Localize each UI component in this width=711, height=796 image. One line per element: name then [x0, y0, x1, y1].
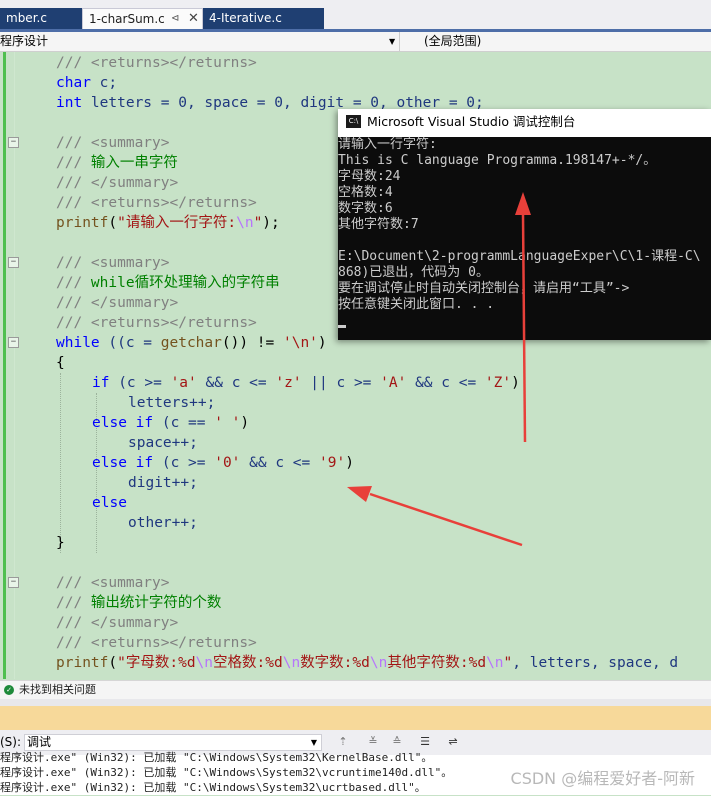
output-line: 程序设计.exe" (Win32): 已加载 "C:\Windows\Syste… — [0, 751, 433, 764]
code-line: else if (c >= '0' && c <= '9') — [92, 455, 354, 471]
console-line: 要在调试停止时自动关闭控制台，请启用“工具”-> — [338, 281, 630, 296]
code-line: /// </summary> — [56, 615, 179, 631]
code-line: /// <returns></returns> — [56, 315, 257, 331]
code-line: digit++; — [128, 475, 198, 491]
code-line: other++; — [128, 515, 198, 531]
collapse-icon[interactable]: − — [8, 337, 19, 348]
console-line: 空格数:4 — [338, 185, 393, 200]
tab-iterative-c[interactable]: 4-Iterative.c — [203, 8, 324, 30]
chevron-down-icon: ▼ — [389, 37, 396, 46]
tab-label: mber.c — [6, 11, 47, 25]
code-line: else if (c == ' ') — [92, 415, 250, 431]
debug-console-window[interactable]: C:\ Microsoft Visual Studio 调试控制台 请输入一行字… — [338, 109, 711, 340]
tab-strip: mber.c 1-charSum.c ⊲ ✕ 4-Iterative.c — [0, 0, 711, 30]
tab-label: 4-Iterative.c — [209, 11, 282, 25]
clear-all-icon[interactable]: ☰ — [418, 735, 432, 749]
code-line: if (c >= 'a' && c <= 'z' || c >= 'A' && … — [92, 375, 520, 391]
code-line: /// <returns></returns> — [56, 195, 257, 211]
error-status-bar: ✓ 未找到相关问题 — [0, 680, 711, 699]
code-line: printf("字母数:%d\n空格数:%d\n数字数:%d\n其他字符数:%d… — [56, 655, 679, 671]
console-app-icon: C:\ — [346, 115, 361, 128]
console-title: Microsoft Visual Studio 调试控制台 — [367, 114, 576, 129]
project-scope-dropdown[interactable]: 程序设计 ▼ — [0, 32, 400, 51]
watermark: CSDN @编程爱好者-阿新 — [510, 769, 695, 788]
code-line: /// while循环处理输入的字符串 — [56, 275, 280, 291]
chevron-down-icon: ▼ — [310, 738, 317, 747]
console-line: 数字数:6 — [338, 201, 393, 216]
global-scope-dropdown[interactable]: (全局范围) — [424, 32, 481, 51]
console-line: E:\Document\2-programmLanguageExper\C\1-… — [338, 249, 701, 264]
code-line: /// <returns></returns> — [56, 635, 257, 651]
previous-message-icon[interactable]: ≚ — [366, 735, 380, 749]
tab-number-c[interactable]: mber.c — [0, 8, 82, 30]
debug-mode-bar — [0, 706, 711, 730]
check-circle-icon: ✓ — [4, 685, 14, 695]
close-icon[interactable]: ✕ — [188, 9, 199, 29]
console-line: This is C language Programma.198147+-*/。 — [338, 153, 657, 168]
word-wrap-icon[interactable]: ⇌ — [446, 735, 460, 749]
collapse-icon[interactable]: − — [8, 137, 19, 148]
console-cursor — [338, 325, 346, 328]
collapse-icon[interactable]: − — [8, 257, 19, 268]
code-line: /// <summary> — [56, 255, 170, 271]
status-message: 未找到相关问题 — [19, 683, 96, 696]
next-message-icon[interactable]: ≙ — [390, 735, 404, 749]
tab-charsum-c[interactable]: 1-charSum.c ⊲ ✕ — [82, 8, 203, 30]
code-line: else — [92, 495, 127, 511]
console-line: 按任意键关闭此窗口. . . — [338, 297, 495, 312]
project-scope-value: 程序设计 — [0, 34, 49, 48]
code-line: { — [56, 355, 65, 371]
code-line: /// 输出统计字符的个数 — [56, 595, 222, 611]
horizontal-scrollbar[interactable] — [0, 699, 711, 706]
console-line: 868)已退出，代码为 0。 — [338, 265, 489, 280]
output-source-dropdown[interactable]: 调试 ▼ — [24, 734, 322, 751]
console-line: 其他字符数:7 — [338, 217, 419, 232]
code-line: /// </summary> — [56, 295, 179, 311]
console-line: 字母数:24 — [338, 169, 401, 184]
indent-guide — [60, 373, 61, 553]
global-scope-value: (全局范围) — [424, 34, 482, 48]
code-line: char c; — [56, 75, 118, 91]
code-line: } — [56, 535, 65, 551]
code-line: printf("请输入一行字符:\n"); — [56, 215, 280, 231]
output-source-value: 调试 — [27, 735, 52, 749]
code-line: /// 输入一串字符 — [56, 155, 178, 171]
console-title-bar[interactable]: C:\ Microsoft Visual Studio 调试控制台 — [338, 109, 711, 137]
console-line: 请输入一行字符: — [338, 137, 437, 152]
tab-label: 1-charSum.c — [89, 12, 165, 26]
code-line: space++; — [128, 435, 198, 451]
code-line: /// <summary> — [56, 575, 170, 591]
code-line: letters++; — [128, 395, 216, 411]
navigation-bar: 程序设计 ▼ (全局范围) — [0, 32, 711, 52]
code-line: /// </summary> — [56, 175, 179, 191]
code-line: /// <returns></returns> — [56, 55, 257, 71]
collapse-icon[interactable]: − — [8, 577, 19, 588]
output-line: 程序设计.exe" (Win32): 已加载 "C:\Windows\Syste… — [0, 781, 426, 794]
pin-icon[interactable]: ⊲ — [171, 9, 179, 29]
go-to-error-icon[interactable]: ⇡ — [336, 735, 350, 749]
output-line: 程序设计.exe" (Win32): 已加载 "C:\Windows\Syste… — [0, 766, 453, 779]
code-line: while ((c = getchar()) != '\n') — [56, 335, 327, 351]
code-line: /// <summary> — [56, 135, 170, 151]
console-output: 请输入一行字符: This is C language Programma.19… — [338, 137, 711, 340]
